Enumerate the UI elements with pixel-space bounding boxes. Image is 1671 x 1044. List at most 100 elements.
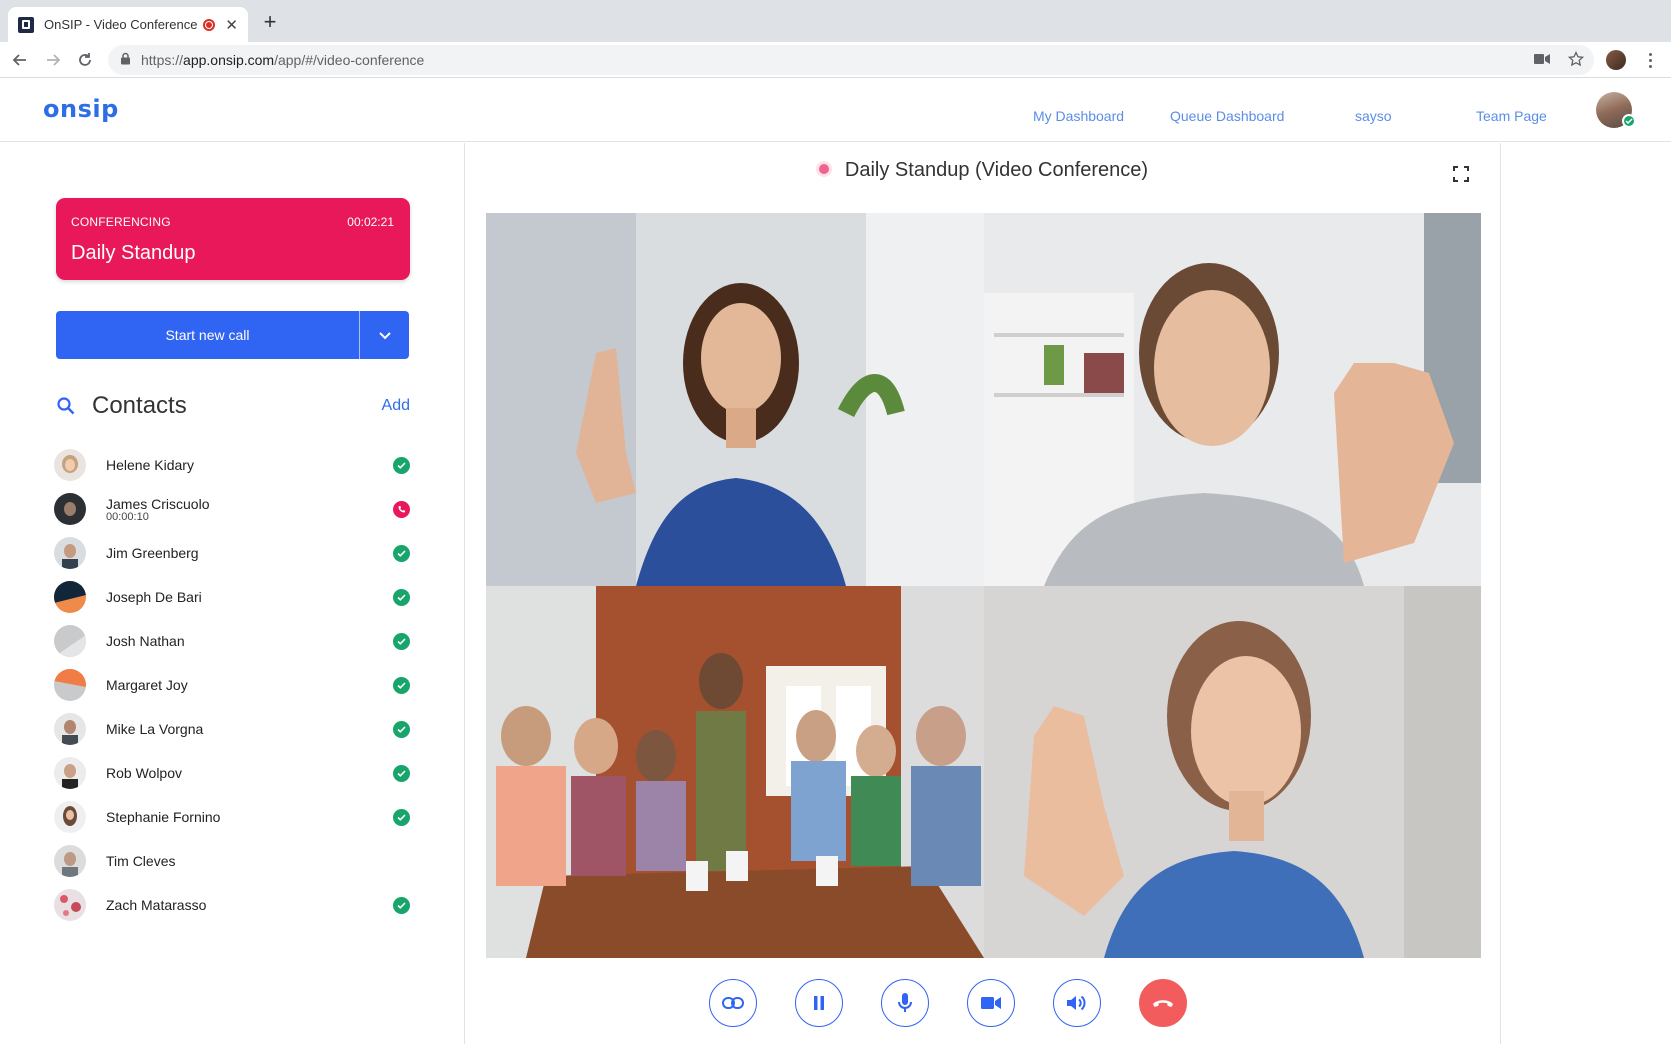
contact-call-timer: 00:00:10 xyxy=(106,510,149,523)
contact-row[interactable]: Tim Cleves xyxy=(54,839,412,883)
hold-button[interactable] xyxy=(795,979,843,1027)
chevron-down-icon xyxy=(378,331,391,339)
contact-row[interactable]: Mike La Vorgna xyxy=(54,707,412,751)
search-icon[interactable] xyxy=(56,396,76,421)
tab-title: OnSIP - Video Conference xyxy=(44,17,198,32)
video-camera-icon xyxy=(981,997,1001,1009)
contact-name: Joseph De Bari xyxy=(106,589,202,605)
available-status-icon xyxy=(393,764,410,782)
user-status-available-icon xyxy=(1622,114,1636,128)
contact-row[interactable]: Zach Matarasso xyxy=(54,883,412,927)
contact-name: Zach Matarasso xyxy=(106,897,207,913)
contact-name: Stephanie Fornino xyxy=(106,809,221,825)
bookmark-star-icon[interactable] xyxy=(1567,50,1585,70)
nav-queue-dashboard[interactable]: Queue Dashboard xyxy=(1170,108,1284,124)
active-conference-card[interactable]: CONFERENCING 00:02:21 Daily Standup xyxy=(56,198,410,280)
contact-avatar xyxy=(54,713,86,745)
available-status-icon xyxy=(393,720,410,738)
contact-avatar xyxy=(54,581,86,613)
available-status-icon xyxy=(393,676,410,694)
browser-tab[interactable]: OnSIP - Video Conference ✕ xyxy=(8,7,248,42)
add-contact-link[interactable]: Add xyxy=(382,397,410,415)
contact-avatar xyxy=(54,889,86,921)
hang-up-button[interactable] xyxy=(1139,979,1187,1027)
contact-row[interactable]: Stephanie Fornino xyxy=(54,795,412,839)
contact-row[interactable]: Rob Wolpov xyxy=(54,751,412,795)
contact-row[interactable]: Jim Greenberg xyxy=(54,531,412,575)
close-icon[interactable]: ✕ xyxy=(225,16,238,34)
contact-row[interactable]: Joseph De Bari xyxy=(54,575,412,619)
video-tile-participant-4[interactable] xyxy=(984,586,1481,958)
contact-name: James Criscuolo xyxy=(106,495,210,512)
conference-timer: 00:02:21 xyxy=(347,215,394,229)
phone-oncall-icon xyxy=(393,500,410,518)
contact-avatar xyxy=(54,537,86,569)
nav-my-dashboard[interactable]: My Dashboard xyxy=(1033,108,1124,124)
recording-indicator-icon xyxy=(203,18,216,31)
speaker-icon xyxy=(1067,995,1086,1011)
start-call-split-button: Start new call xyxy=(56,311,409,359)
nav-sayso[interactable]: sayso xyxy=(1355,108,1392,124)
contact-name: Rob Wolpov xyxy=(106,765,183,781)
contact-avatar xyxy=(54,669,86,701)
link-icon xyxy=(722,997,744,1009)
contact-name: Helene Kidary xyxy=(106,457,194,473)
camera-in-use-icon[interactable] xyxy=(1534,52,1550,68)
contact-list: Helene Kidary James Criscuolo 00:00:10 J… xyxy=(54,443,412,927)
contact-row[interactable]: Margaret Joy xyxy=(54,663,412,707)
contact-name: Jim Greenberg xyxy=(106,545,199,561)
contact-name: Tim Cleves xyxy=(106,853,176,869)
hang-up-icon xyxy=(1153,1000,1173,1007)
call-title-row: Daily Standup (Video Conference) xyxy=(466,159,1501,182)
contacts-title: Contacts xyxy=(92,392,187,419)
speaker-button[interactable] xyxy=(1053,979,1101,1027)
available-status-icon xyxy=(393,896,410,914)
contact-avatar xyxy=(54,449,86,481)
available-status-icon xyxy=(393,588,410,606)
no-status-indicator xyxy=(393,853,410,870)
reload-icon[interactable] xyxy=(73,48,97,72)
browser-profile-avatar[interactable] xyxy=(1606,50,1626,70)
video-conference-panel: Daily Standup (Video Conference) xyxy=(466,143,1501,1044)
contacts-header: Contacts Add xyxy=(56,392,410,422)
pause-icon xyxy=(814,996,824,1010)
video-tile-participant-2[interactable] xyxy=(984,213,1481,586)
url-host: app.onsip.com xyxy=(183,52,275,68)
forward-arrow-icon[interactable] xyxy=(41,48,65,72)
available-status-icon xyxy=(393,544,410,562)
video-toggle-button[interactable] xyxy=(967,979,1015,1027)
sidebar: CONFERENCING 00:02:21 Daily Standup Star… xyxy=(0,143,465,1044)
address-bar[interactable]: https://app.onsip.com/app/#/video-confer… xyxy=(108,45,1594,75)
live-indicator-icon xyxy=(818,163,829,174)
browser-menu-icon[interactable] xyxy=(1640,50,1660,70)
contact-name: Margaret Joy xyxy=(106,677,188,693)
contact-row[interactable]: Josh Nathan xyxy=(54,619,412,663)
fullscreen-icon[interactable] xyxy=(1452,165,1470,183)
lock-icon xyxy=(120,52,131,68)
video-tile-participant-3[interactable] xyxy=(486,586,984,958)
contact-name: Josh Nathan xyxy=(106,633,185,649)
video-grid xyxy=(486,213,1481,958)
contact-avatar xyxy=(54,493,86,525)
mute-button[interactable] xyxy=(881,979,929,1027)
call-controls xyxy=(466,979,1501,1029)
contact-avatar xyxy=(54,845,86,877)
start-new-call-button[interactable]: Start new call xyxy=(56,311,360,359)
start-call-dropdown-button[interactable] xyxy=(360,311,409,359)
browser-tab-strip: OnSIP - Video Conference ✕ + xyxy=(0,0,1671,42)
available-status-icon xyxy=(393,808,410,826)
contact-name: Mike La Vorgna xyxy=(106,721,204,737)
microphone-icon xyxy=(898,993,912,1012)
onsip-favicon-icon xyxy=(18,16,34,33)
back-arrow-icon[interactable] xyxy=(8,48,32,72)
app-header: onsip My Dashboard Queue Dashboard sayso… xyxy=(0,78,1671,142)
onsip-logo[interactable]: onsip xyxy=(43,95,119,123)
new-tab-button[interactable]: + xyxy=(258,10,282,34)
contact-row[interactable]: Helene Kidary xyxy=(54,443,412,487)
conference-status: CONFERENCING xyxy=(71,215,171,229)
video-tile-participant-1[interactable] xyxy=(486,213,984,586)
contact-avatar xyxy=(54,801,86,833)
nav-team-page[interactable]: Team Page xyxy=(1476,108,1547,124)
contact-row[interactable]: James Criscuolo 00:00:10 xyxy=(54,487,412,531)
copy-link-button[interactable] xyxy=(709,979,757,1027)
